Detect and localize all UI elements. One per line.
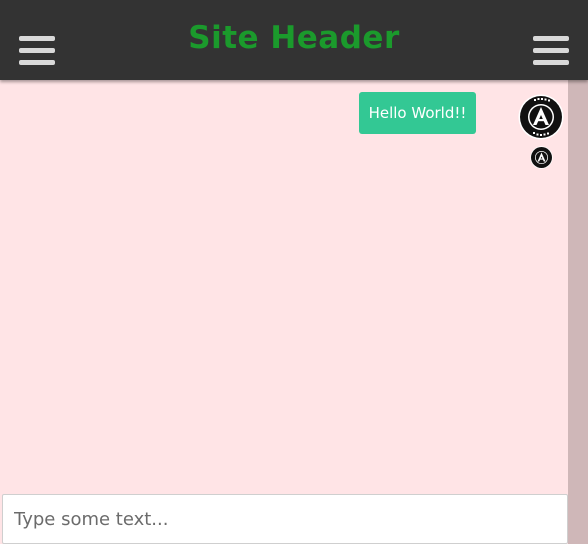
message-input-container	[2, 494, 568, 544]
avatar-small-icon	[530, 146, 553, 169]
site-title: Site Header	[188, 20, 400, 56]
site-header: Site Header	[0, 0, 588, 80]
chat-message-bubble: Hello World!!	[359, 92, 476, 134]
message-input[interactable]	[3, 495, 567, 543]
scrollbar[interactable]	[568, 80, 588, 544]
hamburger-menu-icon	[533, 36, 569, 41]
avatar-icon	[518, 94, 564, 140]
hamburger-menu-icon-bar	[19, 60, 55, 65]
hamburger-menu-icon-bar	[533, 48, 569, 53]
hamburger-menu-icon-bar	[533, 60, 569, 65]
chat-message-area[interactable]	[0, 80, 568, 494]
right-menu-button[interactable]	[533, 34, 569, 66]
